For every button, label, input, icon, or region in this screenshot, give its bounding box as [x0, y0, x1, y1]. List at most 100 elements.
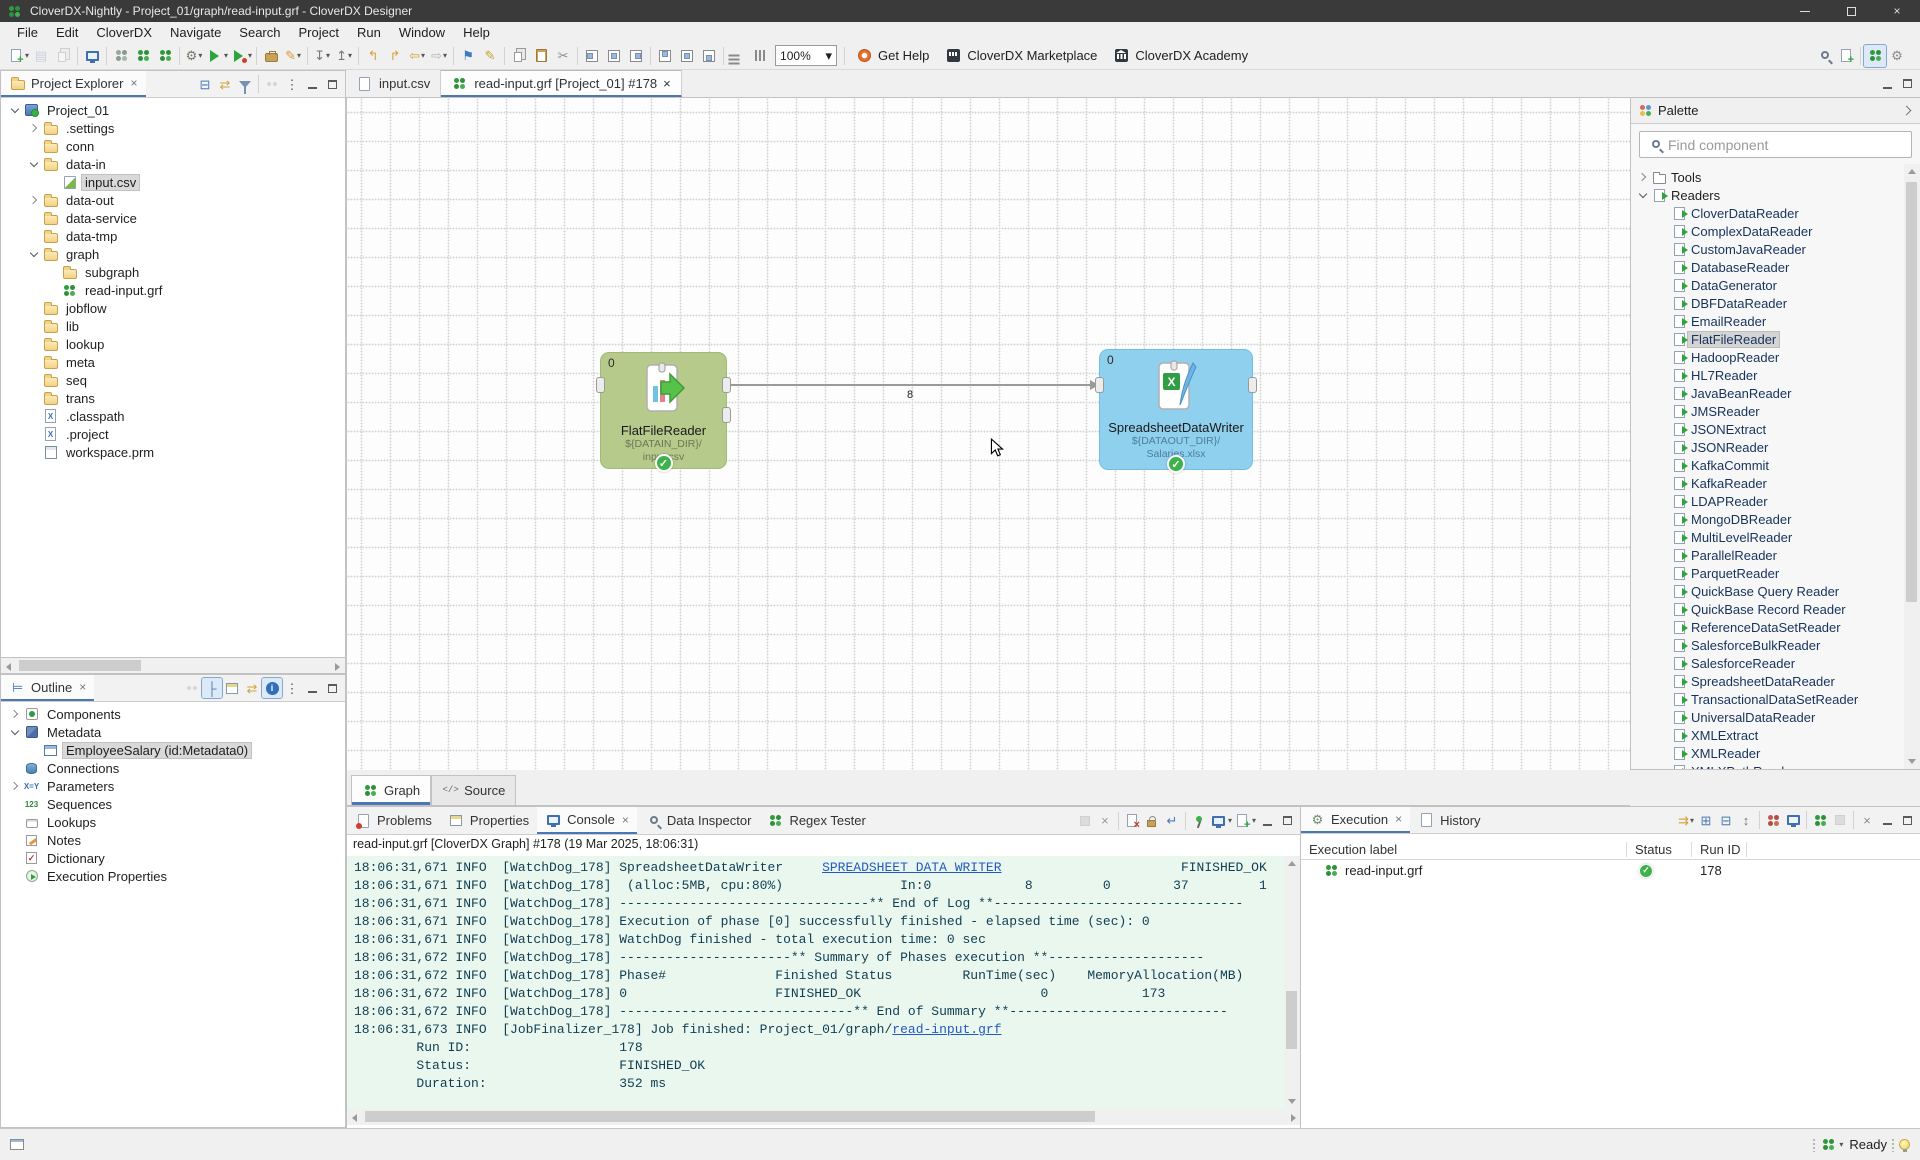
palette-item-jsonextract[interactable]: JSONExtract	[1631, 420, 1905, 438]
close-icon[interactable]: ×	[130, 76, 137, 90]
palette-item-emailreader[interactable]: EmailReader	[1631, 312, 1905, 330]
forward-button[interactable]: ⇨▾	[428, 45, 450, 67]
presentation-button[interactable]	[262, 74, 282, 94]
tree-item-components[interactable]: Components	[1, 705, 345, 723]
palette-group-readers[interactable]: Readers	[1631, 186, 1905, 204]
tree-item-lib[interactable]: lib	[1, 317, 345, 335]
palette-search[interactable]	[1639, 131, 1912, 158]
graph-canvas[interactable]: 80FlatFileReader${DATAIN_DIR}/input.csv✓…	[346, 98, 1630, 770]
component-flatfilereader[interactable]: 0FlatFileReader${DATAIN_DIR}/input.csv✓	[600, 352, 727, 469]
debug-button[interactable]: ⚙▾	[183, 45, 205, 67]
briefcase-button[interactable]	[260, 45, 282, 67]
component-spreadsheetdatawriter[interactable]: 0XSpreadsheetDataWriter${DATAOUT_DIR}/Sa…	[1099, 349, 1253, 470]
palette-item-datagenerator[interactable]: DataGenerator	[1631, 276, 1905, 294]
console-vscrollbar[interactable]	[1284, 856, 1300, 1109]
palette-group-tools[interactable]: Tools	[1631, 168, 1905, 186]
maximize-editor-button[interactable]	[1897, 74, 1917, 94]
tree-toggle-icon[interactable]	[7, 778, 23, 794]
palette-item-xmlxpathreader[interactable]: XMLXPathReader	[1631, 762, 1905, 769]
run-button[interactable]: ▾	[205, 45, 229, 67]
server-status-icon[interactable]	[1820, 1136, 1837, 1153]
maximize-button[interactable]	[322, 74, 342, 94]
input-port[interactable]	[596, 377, 605, 393]
palette-item-quickbase-query-reader[interactable]: QuickBase Query Reader	[1631, 582, 1905, 600]
open-console-button[interactable]	[81, 45, 103, 67]
clover-server-button[interactable]	[154, 45, 176, 67]
align-top-button[interactable]	[654, 45, 676, 67]
maximize-window-button[interactable]	[1828, 0, 1874, 22]
align-center-button[interactable]	[603, 45, 625, 67]
menu-window[interactable]: Window	[390, 23, 454, 42]
menu-cloverdx[interactable]: CloverDX	[87, 23, 161, 42]
tab-regex-tester[interactable]: Regex Tester	[759, 807, 873, 834]
tree-item-data-out[interactable]: data-out	[1, 191, 345, 209]
paste-button[interactable]	[530, 45, 552, 67]
tree-toggle-icon[interactable]	[26, 156, 42, 172]
menu-navigate[interactable]: Navigate	[161, 23, 230, 42]
menu-help[interactable]: Help	[454, 23, 499, 42]
graph-edge[interactable]	[727, 384, 1091, 386]
tips-bulb-icon[interactable]	[1899, 1139, 1910, 1150]
collapse-all-button[interactable]: ⊟	[195, 74, 215, 94]
palette-item-complexdatareader[interactable]: ComplexDataReader	[1631, 222, 1905, 240]
tree-item-employeesalary-id-metadata0-[interactable]: EmployeeSalary (id:Metadata0)	[1, 741, 345, 759]
tree-item-project-01[interactable]: Project_01	[1, 101, 345, 119]
search-button[interactable]	[1813, 45, 1835, 67]
palette-item-kafkacommit[interactable]: KafkaCommit	[1631, 456, 1905, 474]
output-port[interactable]	[722, 377, 731, 393]
align-right-button[interactable]	[625, 45, 647, 67]
palette-item-hadoopreader[interactable]: HadoopReader	[1631, 348, 1905, 366]
tree-item-conn[interactable]: conn	[1, 137, 345, 155]
tree-item-parameters[interactable]: X=YParameters	[1, 777, 345, 795]
console-log-link[interactable]: read-input.grf	[892, 1022, 1001, 1037]
close-icon[interactable]: ×	[79, 680, 86, 694]
minimize-window-button[interactable]	[1782, 0, 1828, 22]
tree-toggle-icon[interactable]	[7, 724, 23, 740]
palette-item-customjavareader[interactable]: CustomJavaReader	[1631, 240, 1905, 258]
tab-properties[interactable]: Properties	[440, 807, 537, 834]
palette-item-multilevelreader[interactable]: MultiLevelReader	[1631, 528, 1905, 546]
highlighter-button[interactable]: ✎▾	[282, 45, 304, 67]
scroll-lock-button[interactable]	[1142, 811, 1162, 831]
tree-item-seq[interactable]: seq	[1, 371, 345, 389]
palette-item-parquetreader[interactable]: ParquetReader	[1631, 564, 1905, 582]
menu-edit[interactable]: Edit	[47, 23, 87, 42]
tab-problems[interactable]: Problems	[347, 807, 440, 834]
marketplace-link[interactable]: CloverDX Marketplace	[937, 47, 1105, 64]
tab-console[interactable]: Console×	[537, 807, 637, 834]
tab-outline[interactable]: ⊨ Outline ×	[1, 675, 94, 701]
tree-item-read-input-grf[interactable]: read-input.grf	[1, 281, 345, 299]
cut-button[interactable]: ✂	[552, 45, 574, 67]
find-component-input[interactable]	[1668, 137, 1905, 153]
stop-button[interactable]	[1830, 810, 1850, 830]
tree-item-data-tmp[interactable]: data-tmp	[1, 227, 345, 245]
palette-item-hl7reader[interactable]: HL7Reader	[1631, 366, 1905, 384]
tree-toggle-icon[interactable]	[7, 102, 23, 118]
tree-item--project[interactable]: X.project	[1, 425, 345, 443]
palette-item-referencedatasetreader[interactable]: ReferenceDataSetReader	[1631, 618, 1905, 636]
tree-item-input-csv[interactable]: input.csv	[1, 173, 345, 191]
palette-item-databasereader[interactable]: DatabaseReader	[1631, 258, 1905, 276]
zoom-select[interactable]: 100% ▾	[775, 45, 837, 66]
clover-gray-button[interactable]	[110, 45, 132, 67]
palette-item-xmlreader[interactable]: XMLReader	[1631, 744, 1905, 762]
palette-item-parallelreader[interactable]: ParallelReader	[1631, 546, 1905, 564]
palette-item-universaldatareader[interactable]: UniversalDataReader	[1631, 708, 1905, 726]
tab-project-explorer[interactable]: Project Explorer ×	[1, 71, 146, 97]
palette-item-javabeanreader[interactable]: JavaBeanReader	[1631, 384, 1905, 402]
tree-item-execution-properties[interactable]: Execution Properties	[1, 867, 345, 885]
presentation-button[interactable]	[182, 678, 202, 698]
palette-item-salesforcebulkreader[interactable]: SalesforceBulkReader	[1631, 636, 1905, 654]
output-port[interactable]	[1248, 377, 1257, 393]
tree-item-notes[interactable]: Notes	[1, 831, 345, 849]
tab-execution[interactable]: ⚙Execution×	[1301, 807, 1410, 833]
minimize-button[interactable]	[302, 678, 322, 698]
tree-toggle-icon[interactable]	[7, 706, 23, 722]
tree-item--classpath[interactable]: X.classpath	[1, 407, 345, 425]
academy-link[interactable]: CloverDX Academy	[1105, 47, 1256, 64]
open-perspective-button[interactable]	[1835, 45, 1857, 67]
tree-item-lookup[interactable]: lookup	[1, 335, 345, 353]
word-wrap-button[interactable]: ↵	[1162, 811, 1182, 831]
tree-item-trans[interactable]: trans	[1, 389, 345, 407]
close-icon[interactable]: ×	[1395, 812, 1402, 826]
